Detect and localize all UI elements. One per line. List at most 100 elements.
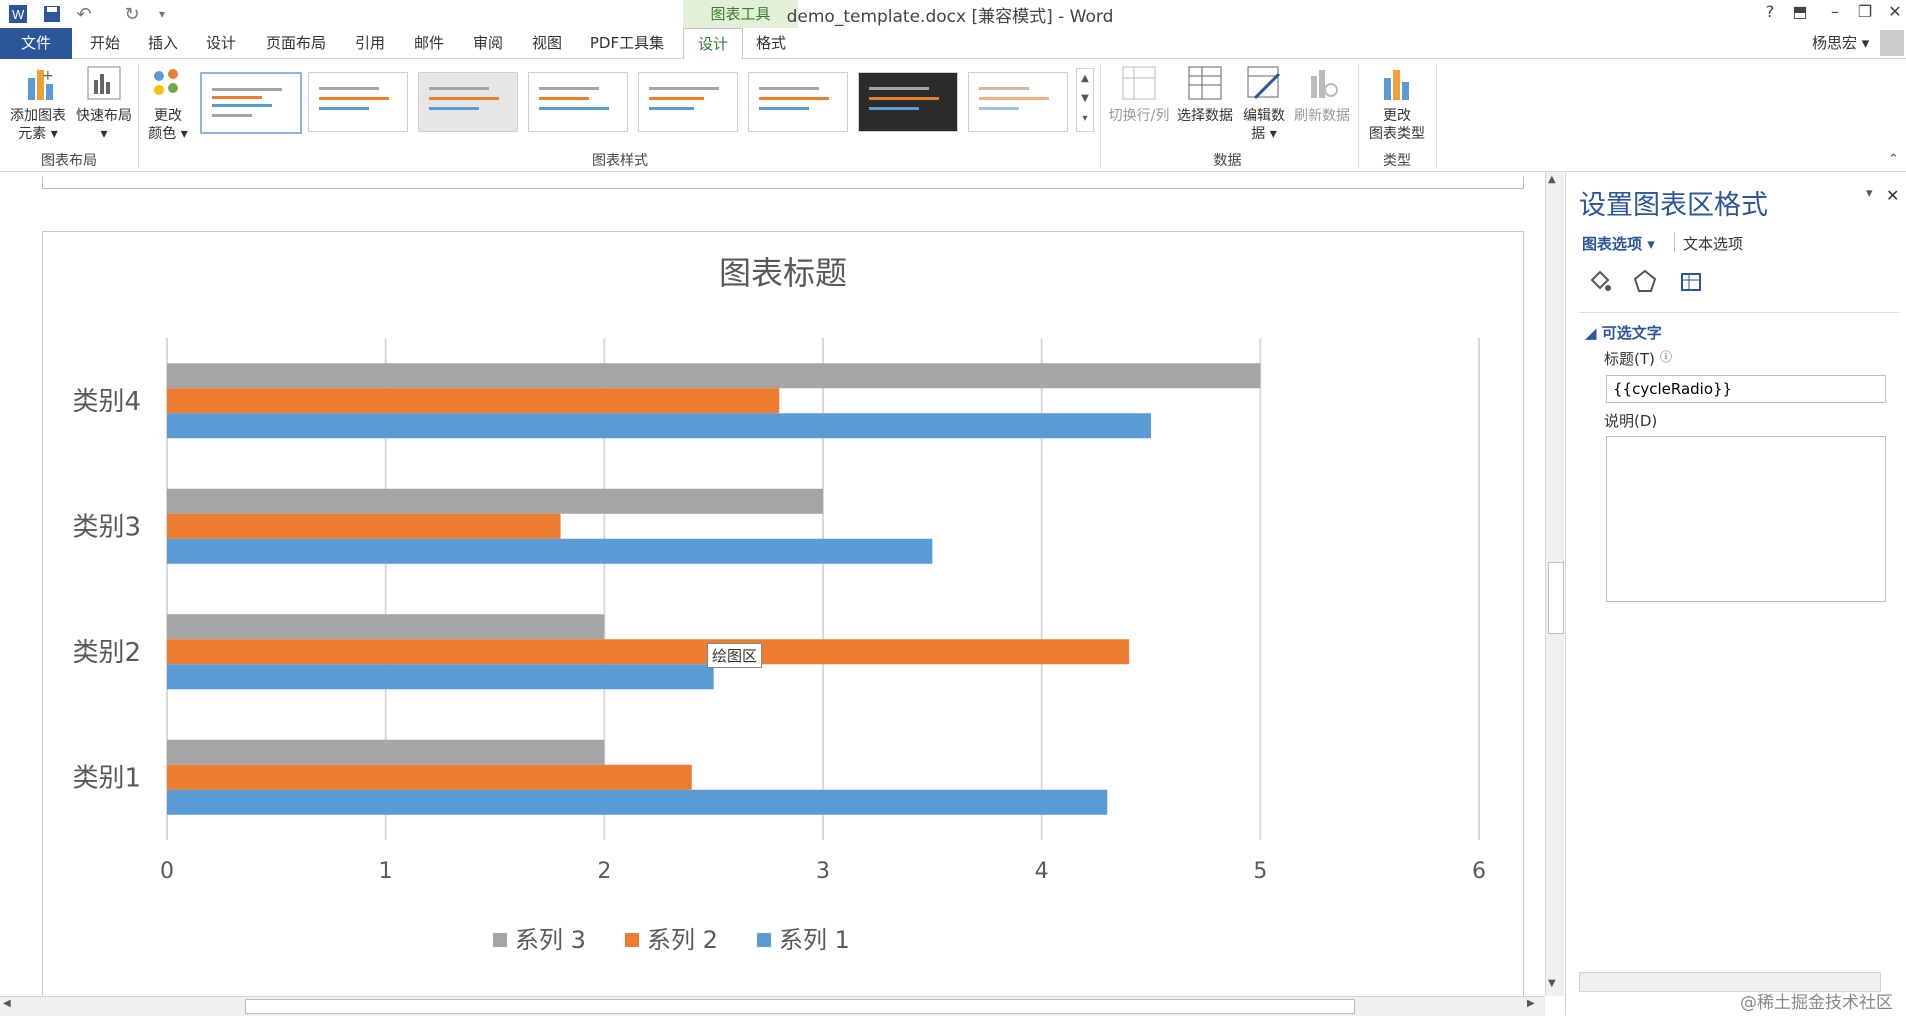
group-chart-layouts: 图表布局 (41, 153, 97, 169)
alt-title-input[interactable] (1606, 375, 1886, 403)
vertical-scroll-thumb[interactable] (1548, 562, 1564, 634)
collapse-ribbon-icon[interactable]: ⌃ (1888, 152, 1899, 167)
tab-pdf-tools[interactable]: PDF工具集 (582, 30, 672, 57)
scroll-down-icon[interactable]: ▼ (1548, 978, 1556, 989)
bar-系列3-类别4 (167, 363, 1261, 389)
bar-系列3-类别1 (167, 739, 605, 765)
chart-style-8[interactable] (968, 72, 1068, 132)
bar-系列3-类别2 (167, 614, 605, 640)
tab-text-options[interactable]: 文本选项 (1683, 233, 1743, 254)
x-tick-label: 3 (816, 859, 830, 884)
quick-layout-button[interactable]: 快速布局 ▾ (72, 64, 136, 143)
scroll-left-icon[interactable]: ◀ (3, 998, 11, 1009)
refresh-data-button[interactable]: 刷新数据 (1290, 64, 1354, 125)
tab-review[interactable]: 审阅 (463, 30, 513, 57)
tab-view[interactable]: 视图 (522, 30, 572, 57)
edit-data-icon (1247, 66, 1281, 100)
legend-label: 系列 2 (647, 926, 718, 954)
chart-title: 图表标题 (719, 254, 847, 292)
alt-description-input[interactable] (1606, 436, 1886, 602)
change-colors-label-1: 更改 (154, 108, 182, 124)
change-chart-type-icon (1384, 70, 1409, 100)
y-category-label: 类别4 (72, 387, 141, 417)
legend-swatch (625, 933, 639, 947)
quick-layout-icon (87, 66, 121, 100)
svg-text:+: + (42, 68, 54, 84)
user-account[interactable]: 杨思宏 ▾ (1812, 32, 1869, 53)
bar-系列1-类别4 (167, 413, 1151, 439)
redo-icon[interactable]: ↻ (120, 2, 144, 26)
pane-options-icon[interactable]: ▾ (1866, 186, 1873, 201)
chart-style-4[interactable] (528, 72, 628, 132)
x-tick-label: 6 (1472, 859, 1486, 884)
help-icon[interactable]: ? (1755, 2, 1785, 26)
select-data-icon (1188, 66, 1222, 100)
scroll-right-icon[interactable]: ▶ (1527, 998, 1535, 1009)
size-properties-icon[interactable] (1678, 268, 1704, 298)
user-name: 杨思宏 (1812, 34, 1858, 52)
horizontal-scrollbar[interactable]: ◀ ▶ (0, 996, 1545, 1016)
vertical-scrollbar[interactable]: ▲ ▼ (1545, 172, 1564, 996)
tab-references[interactable]: 引用 (345, 30, 395, 57)
change-chart-type-button[interactable]: 更改 图表类型 (1362, 64, 1432, 143)
group-data: 数据 (1213, 153, 1242, 169)
edit-data-button[interactable]: 编辑数 据 ▾ (1236, 64, 1292, 143)
restore-icon[interactable]: ❐ (1850, 2, 1880, 26)
tab-design-doc[interactable]: 设计 (196, 30, 246, 57)
chart-style-5[interactable] (638, 72, 738, 132)
refresh-data-icon (1311, 70, 1338, 98)
group-type: 类型 (1383, 153, 1411, 169)
tab-file[interactable]: 文件 (0, 28, 72, 59)
tab-chart-options[interactable]: 图表选项 ▾ (1582, 233, 1655, 254)
switch-row-column-icon (1122, 66, 1156, 100)
style-gallery-scroll[interactable]: ▲ ▼ ▾ (1076, 68, 1094, 132)
switch-row-column-label: 切换行/列 (1108, 108, 1170, 124)
tab-page-layout[interactable]: 页面布局 (256, 30, 336, 57)
effects-icon[interactable] (1632, 268, 1658, 298)
change-colors-button[interactable]: 更改 颜色 ▾ (140, 64, 196, 143)
edit-data-label-1: 编辑数 (1243, 108, 1285, 124)
fill-line-icon[interactable] (1586, 268, 1612, 298)
tab-mailings[interactable]: 邮件 (404, 30, 454, 57)
chart-style-3[interactable] (418, 72, 518, 132)
ribbon-display-icon[interactable]: ⬒ (1785, 2, 1815, 26)
info-icon: ⓘ (1660, 350, 1673, 364)
x-tick-label: 5 (1253, 859, 1267, 884)
scroll-up-icon[interactable]: ▲ (1548, 174, 1556, 185)
x-tick-label: 2 (597, 859, 611, 884)
select-data-label: 选择数据 (1177, 108, 1233, 124)
pane-close-icon[interactable]: ✕ (1886, 186, 1899, 205)
tab-insert[interactable]: 插入 (138, 30, 188, 57)
alt-description-label: 说明(D) (1604, 412, 1658, 430)
tab-chart-format[interactable]: 格式 (746, 30, 796, 57)
ribbon-separator (138, 64, 139, 168)
tab-chart-design[interactable]: 设计 (683, 28, 743, 60)
bar-系列2-类别3 (167, 513, 561, 539)
close-icon[interactable]: ✕ (1880, 2, 1906, 26)
minimize-icon[interactable]: – (1820, 2, 1850, 26)
alt-text-section-header[interactable]: ◢ 可选文字 (1585, 322, 1662, 343)
chart-style-6[interactable] (748, 72, 848, 132)
legend-label: 系列 3 (515, 926, 586, 954)
chart-area[interactable]: 图表标题 0 1 2 3 4 5 6 类别1 类别2 类别3 类别4 系列 3 系列 2 系列 1 (42, 231, 1524, 1003)
switch-row-column-button[interactable]: 切换行/列 (1104, 64, 1174, 125)
tab-home[interactable]: 开始 (80, 30, 130, 57)
edit-data-label-2: 据 ▾ (1251, 126, 1277, 142)
horizontal-scroll-thumb[interactable] (245, 999, 1355, 1014)
y-category-label: 类别3 (72, 512, 141, 542)
y-category-label: 类别2 (72, 638, 141, 668)
qat-customize-icon[interactable]: ▾ (150, 2, 174, 26)
word-logo-icon: W (6, 2, 30, 26)
select-data-button[interactable]: 选择数据 (1172, 64, 1238, 125)
bar-系列2-类别1 (167, 764, 692, 790)
chart-style-7[interactable] (858, 72, 958, 132)
add-chart-element-button[interactable]: + 添加图表 元素 ▾ (4, 64, 72, 143)
undo-icon[interactable]: ↶ (72, 2, 96, 26)
legend-swatch (493, 933, 507, 947)
add-element-icon: + (28, 68, 54, 100)
chart-style-1[interactable] (200, 72, 302, 134)
legend-label: 系列 1 (779, 926, 850, 954)
chart-style-2[interactable] (308, 72, 408, 132)
avatar[interactable] (1880, 30, 1904, 56)
save-icon[interactable] (40, 2, 64, 26)
